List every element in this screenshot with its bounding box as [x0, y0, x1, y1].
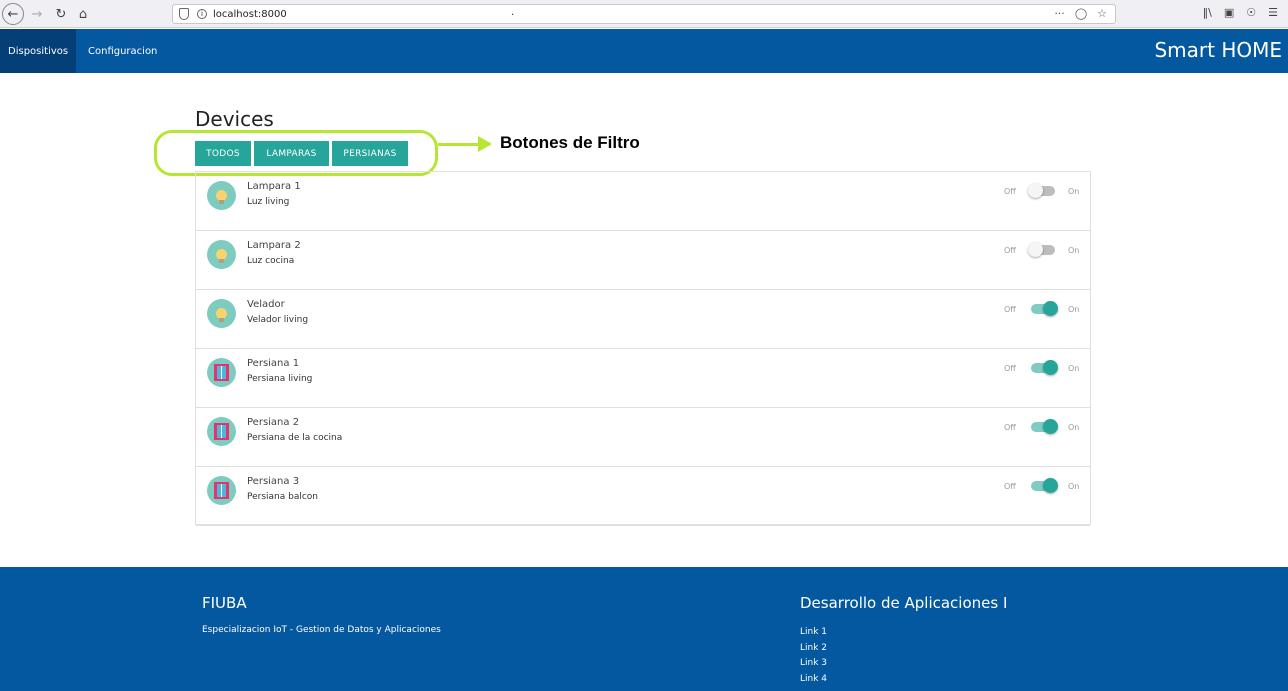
arrow-left-icon: ← — [7, 6, 19, 22]
switch-on-label: On — [1068, 423, 1080, 432]
device-row-persiana-1: Persiana 1 Persiana living Off On — [196, 349, 1090, 408]
forward-button[interactable]: → — [26, 3, 48, 25]
home-button[interactable]: ⌂ — [72, 3, 94, 25]
toggle-knob — [1043, 419, 1058, 434]
tab-dispositivos[interactable]: Dispositivos — [0, 29, 76, 73]
device-description: Velador living — [247, 315, 309, 325]
filter-persianas-button[interactable]: PERSIANAS — [332, 141, 408, 166]
device-row-velador: Velador Velador living Off On — [196, 290, 1090, 349]
tab-configuracion[interactable]: Configuracion — [80, 29, 165, 73]
window-blind-icon — [207, 476, 236, 505]
menu-icon[interactable]: ☰ — [1268, 6, 1278, 19]
footer: FIUBA Especializacion IoT - Gestion de D… — [0, 567, 1288, 691]
device-description: Persiana balcon — [247, 492, 319, 502]
shield-icon — [179, 8, 189, 20]
device-toggle[interactable] — [1031, 301, 1058, 316]
toggle-knob — [1028, 183, 1043, 198]
footer-link-2[interactable]: Link 2 — [800, 641, 827, 657]
switch-off-label: Off — [1004, 246, 1016, 255]
page-actions-icon[interactable]: ··· — [1054, 7, 1065, 20]
device-toggle[interactable] — [1028, 183, 1055, 198]
annotation-arrow-line — [438, 143, 482, 146]
device-name: Lampara 2 — [247, 240, 301, 251]
toggle-knob — [1043, 478, 1058, 493]
brand-title: Smart HOME — [1154, 38, 1282, 62]
device-description: Persiana de la cocina — [247, 433, 343, 443]
info-icon[interactable]: i — [197, 9, 207, 19]
switch-off-label: Off — [1004, 423, 1016, 432]
back-button[interactable]: ← — [2, 3, 24, 25]
account-icon[interactable]: ☉ — [1246, 6, 1256, 19]
annotation-arrow-head — [478, 136, 492, 152]
switch-off-label: Off — [1004, 187, 1016, 196]
toggle-knob — [1043, 301, 1058, 316]
url-text[interactable]: localhost:8000 — [213, 9, 287, 20]
device-toggle[interactable] — [1028, 242, 1055, 257]
sidebar-icon[interactable]: ▣ — [1224, 6, 1234, 19]
browser-toolbar: ← → ↻ ⌂ i localhost:8000 . ··· ◯ ☆ ‖\ ▣ … — [0, 0, 1288, 28]
device-row-lampara-1: Lampara 1 Luz living Off On — [196, 172, 1090, 231]
annotation-label: Botones de Filtro — [500, 133, 640, 152]
footer-links: Link 1 Link 2 Link 3 Link 4 — [800, 625, 827, 687]
device-list: Lampara 1 Luz living Off On Lampara 2 Lu… — [195, 171, 1091, 526]
arrow-right-icon: → — [31, 6, 43, 22]
device-name: Velador — [247, 299, 285, 310]
device-name: Persiana 3 — [247, 476, 300, 487]
device-row-persiana-3: Persiana 3 Persiana balcon Off On — [196, 467, 1090, 526]
window-blind-icon — [207, 417, 236, 446]
device-name: Persiana 1 — [247, 358, 300, 369]
device-name: Persiana 2 — [247, 417, 300, 428]
lightbulb-icon — [207, 240, 236, 269]
lightbulb-icon — [207, 181, 236, 210]
app-header: Dispositivos Configuracion Smart HOME — [0, 29, 1288, 73]
toggle-knob — [1043, 360, 1058, 375]
device-row-persiana-2: Persiana 2 Persiana de la cocina Off On — [196, 408, 1090, 467]
bookmark-star-icon[interactable]: ☆ — [1097, 7, 1107, 20]
device-description: Persiana living — [247, 374, 313, 384]
switch-on-label: On — [1068, 246, 1080, 255]
reload-icon: ↻ — [55, 6, 67, 22]
switch-off-label: Off — [1004, 305, 1016, 314]
address-bar[interactable]: i localhost:8000 . ··· ◯ ☆ — [172, 4, 1116, 24]
device-description: Luz living — [247, 197, 290, 207]
page-title: Devices — [195, 107, 274, 131]
device-toggle[interactable] — [1031, 419, 1058, 434]
lightbulb-icon — [207, 299, 236, 328]
home-icon: ⌂ — [78, 6, 88, 22]
pocket-icon[interactable]: ◯ — [1075, 7, 1087, 20]
device-toggle[interactable] — [1031, 478, 1058, 493]
switch-on-label: On — [1068, 187, 1080, 196]
switch-on-label: On — [1068, 305, 1080, 314]
footer-link-4[interactable]: Link 4 — [800, 672, 827, 688]
filter-todos-button[interactable]: TODOS — [195, 141, 251, 166]
footer-title-right: Desarrollo de Aplicaciones I — [800, 594, 1008, 612]
switch-on-label: On — [1068, 364, 1080, 373]
footer-title-left: FIUBA — [202, 594, 247, 612]
url-dot: . — [511, 7, 515, 18]
switch-off-label: Off — [1004, 482, 1016, 491]
toggle-knob — [1028, 242, 1043, 257]
device-toggle[interactable] — [1031, 360, 1058, 375]
footer-link-3[interactable]: Link 3 — [800, 656, 827, 672]
device-description: Luz cocina — [247, 256, 295, 266]
window-blind-icon — [207, 358, 236, 387]
switch-on-label: On — [1068, 482, 1080, 491]
footer-text-left: Especializacion IoT - Gestion de Datos y… — [202, 625, 441, 635]
reload-button[interactable]: ↻ — [50, 3, 72, 25]
device-name: Lampara 1 — [247, 181, 301, 192]
library-icon[interactable]: ‖\ — [1203, 6, 1212, 19]
footer-link-1[interactable]: Link 1 — [800, 625, 827, 641]
device-row-lampara-2: Lampara 2 Luz cocina Off On — [196, 231, 1090, 290]
switch-off-label: Off — [1004, 364, 1016, 373]
filter-lamparas-button[interactable]: LAMPARAS — [254, 141, 329, 166]
